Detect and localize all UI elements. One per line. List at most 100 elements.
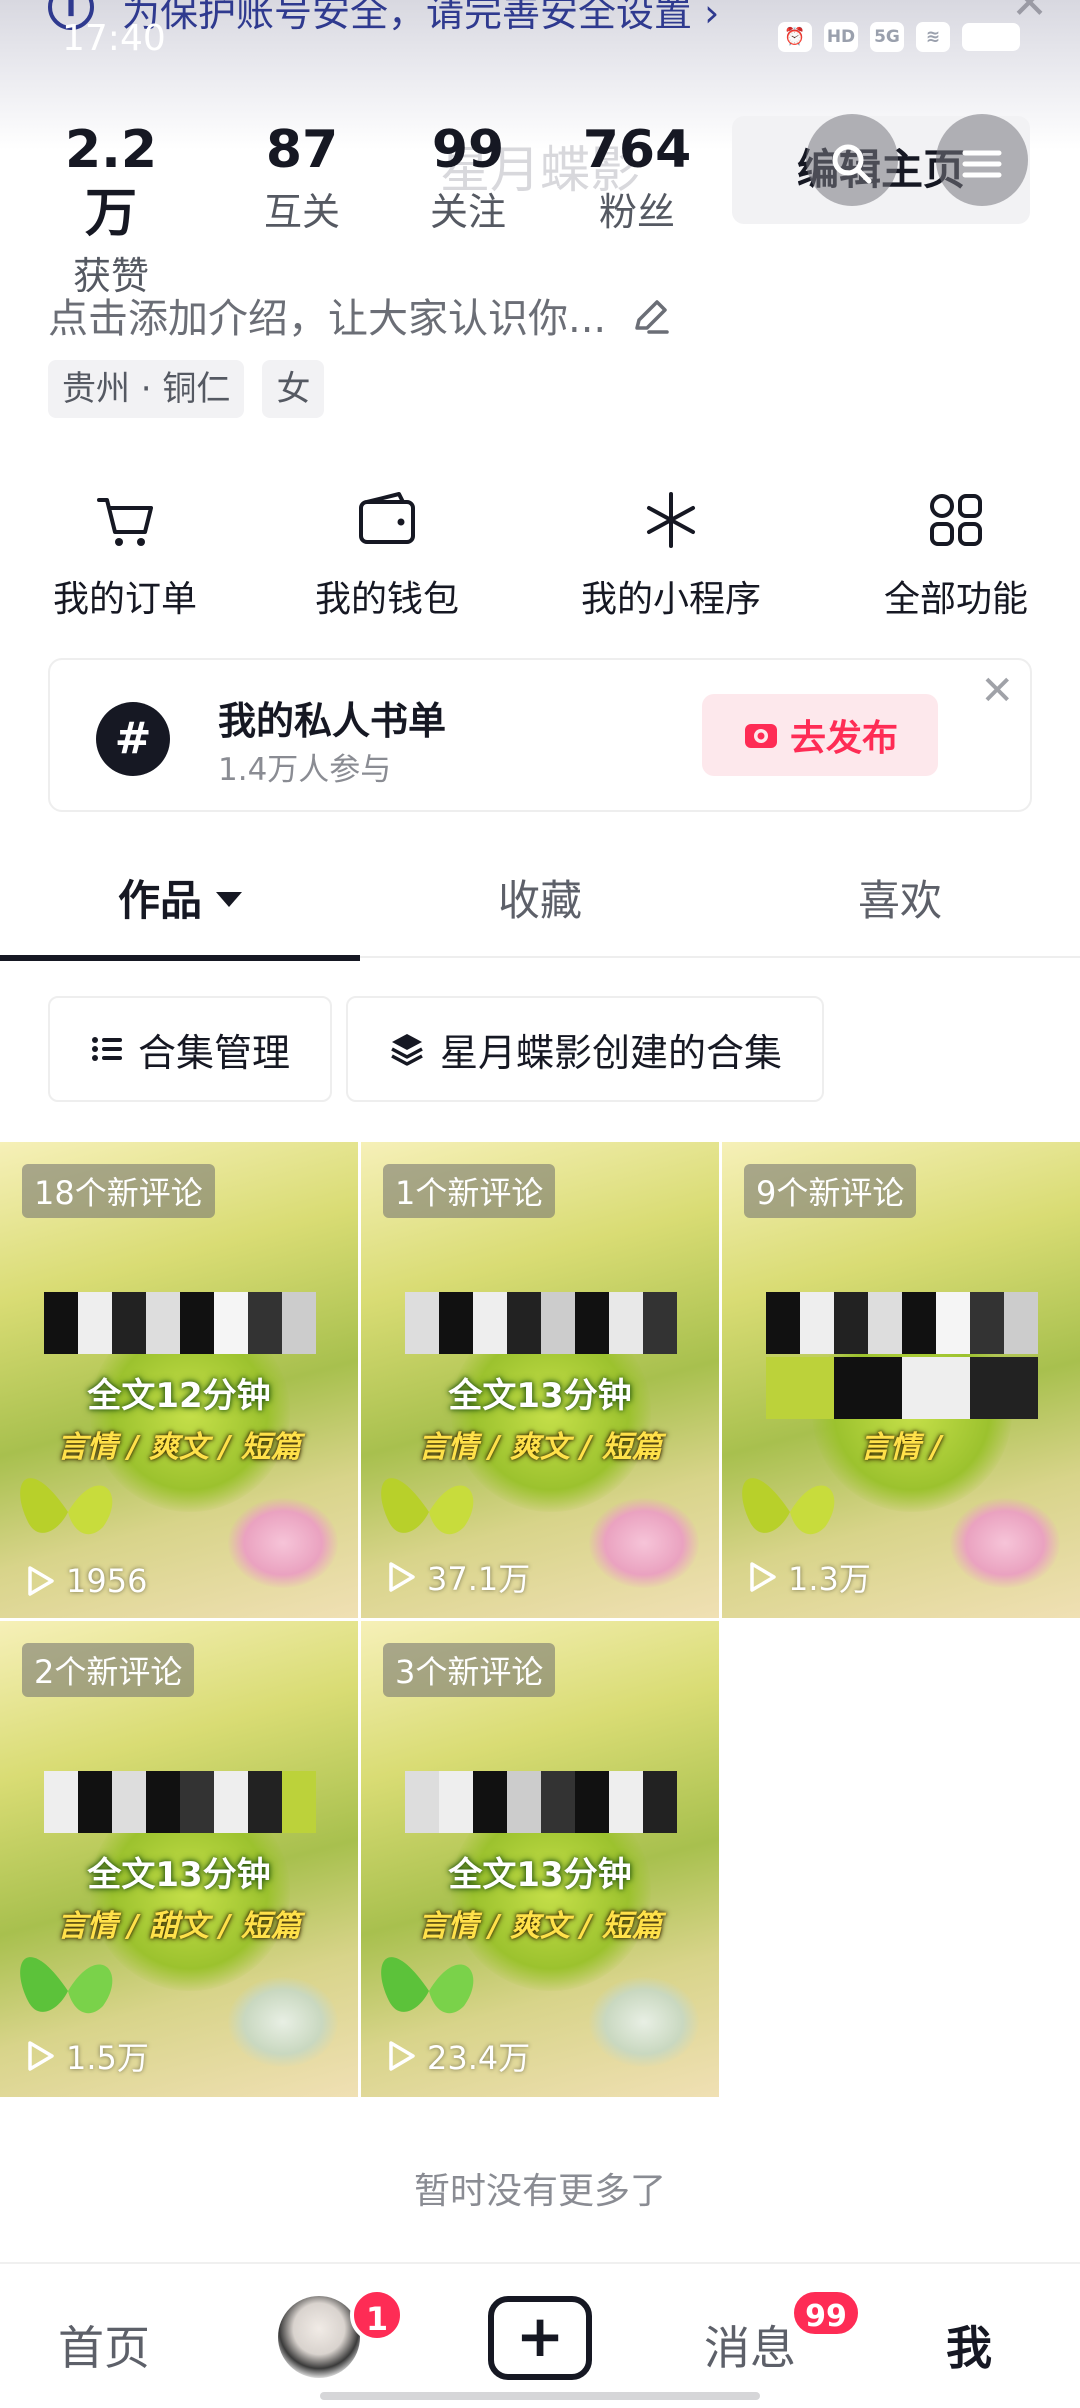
cart-icon xyxy=(40,480,210,560)
play-icon xyxy=(28,2041,54,2071)
edit-pencil-icon xyxy=(635,300,669,334)
collection-manage-button[interactable]: 合集管理 xyxy=(48,996,333,1102)
flower-image xyxy=(950,1498,1060,1588)
stat-value: 87 xyxy=(265,120,339,180)
booklist-promo-card[interactable]: # 我的私人书单 1.4万人参与 去发布 ✕ xyxy=(48,658,1032,812)
tab-label: 作品 xyxy=(117,876,202,925)
hashtag-icon: # xyxy=(96,702,170,776)
stat-label: 关注 xyxy=(429,190,506,234)
friend-badge: 1 xyxy=(350,2288,404,2342)
stat-following[interactable]: 99 关注 xyxy=(418,118,518,238)
shortcut-orders[interactable]: 我的订单 xyxy=(40,480,210,622)
stat-label: 粉丝 xyxy=(598,190,675,234)
play-icon xyxy=(389,1562,415,1592)
promo-subtitle: 1.4万人参与 xyxy=(218,752,392,788)
tab-likes[interactable]: 喜欢 xyxy=(720,848,1080,958)
bio-text: 点击添加介绍，让大家认识你... xyxy=(48,296,607,342)
video-card[interactable]: 3个新评论 全文13分钟 言情 / 爽文 / 短篇 23.4万 xyxy=(361,1621,719,2097)
list-icon xyxy=(92,1037,122,1061)
5g-icon: 5G xyxy=(870,22,904,52)
video-genres: 言情 / 爽文 / 短篇 xyxy=(418,1430,662,1465)
flower-image xyxy=(228,1498,338,1588)
stat-mutual[interactable]: 87 互关 xyxy=(252,118,352,238)
video-card[interactable]: 2个新评论 全文13分钟 言情 / 甜文 / 短篇 1.5万 xyxy=(0,1621,358,2097)
publish-label: 去发布 xyxy=(789,718,898,759)
stat-likes[interactable]: 2.2万 获赞 xyxy=(46,118,176,302)
promo-title: 我的私人书单 xyxy=(218,699,447,743)
censored-title xyxy=(44,1292,316,1354)
play-count: 37.1万 xyxy=(383,1554,530,1600)
home-indicator[interactable] xyxy=(320,2392,760,2400)
status-icons: ⏰ HD 5G ≋ xyxy=(778,22,1020,52)
video-title: 全文13分钟 xyxy=(448,1855,632,1895)
security-banner[interactable]: i 为保护账号安全，请完善安全设置 › ✕ 17:40 ⏰ HD 5G ≋ xyxy=(0,0,1080,70)
play-icon xyxy=(28,1566,54,1596)
new-comments-badge: 3个新评论 xyxy=(383,1643,556,1697)
video-card[interactable]: 9个新评论 言情 / 1.3万 xyxy=(722,1142,1080,1618)
friend-avatar[interactable] xyxy=(278,2296,360,2378)
publish-button[interactable]: 去发布 xyxy=(702,694,938,776)
stat-value: 2.2万 xyxy=(64,120,158,244)
status-time: 17:40 xyxy=(62,18,166,59)
censored-title xyxy=(405,1292,677,1354)
nav-me[interactable]: 我 xyxy=(946,2312,992,2378)
video-title: 全文13分钟 xyxy=(448,1376,632,1416)
tab-works[interactable]: 作品 xyxy=(0,848,360,961)
created-collections-button[interactable]: 星月蝶影创建的合集 xyxy=(346,996,825,1102)
censored-title xyxy=(44,1771,316,1833)
play-icon xyxy=(750,1562,776,1592)
shortcut-wallet[interactable]: 我的钱包 xyxy=(302,480,472,622)
shortcut-label: 全部功能 xyxy=(883,579,1028,620)
play-count-value: 1.5万 xyxy=(66,2039,149,2077)
play-count: 23.4万 xyxy=(383,2033,530,2079)
video-genres: 言情 / xyxy=(860,1430,942,1465)
mini-program-icon xyxy=(566,480,776,560)
play-count: 1956 xyxy=(22,1562,147,1600)
shortcut-label: 我的钱包 xyxy=(314,579,459,620)
layers-icon xyxy=(391,1034,423,1066)
hd-icon: HD xyxy=(824,22,858,52)
search-icon[interactable] xyxy=(806,114,898,206)
flower-image xyxy=(589,1498,699,1588)
shortcut-mini-programs[interactable]: 我的小程序 xyxy=(566,480,776,622)
play-count: 1.5万 xyxy=(22,2033,149,2079)
location-tag: 贵州 · 铜仁 xyxy=(48,360,245,418)
content-tabs: 作品 收藏 喜欢 xyxy=(0,848,1080,961)
messages-badge: 99 xyxy=(790,2288,862,2338)
video-card[interactable]: 1个新评论 全文13分钟 言情 / 爽文 / 短篇 37.1万 xyxy=(361,1142,719,1618)
play-count-value: 37.1万 xyxy=(427,1560,531,1598)
video-card[interactable]: 18个新评论 全文12分钟 言情 / 爽文 / 短篇 1956 xyxy=(0,1142,358,1618)
close-icon[interactable]: ✕ xyxy=(980,668,1014,714)
video-genres: 言情 / 甜文 / 短篇 xyxy=(57,1909,301,1944)
add-button[interactable]: + xyxy=(488,2296,592,2380)
no-more-text: 暂时没有更多了 xyxy=(413,2171,666,2212)
censored-title xyxy=(766,1292,1038,1422)
menu-icon[interactable] xyxy=(936,114,1028,206)
new-comments-badge: 1个新评论 xyxy=(383,1164,556,1218)
profile-tags: 贵州 · 铜仁 女 xyxy=(48,360,325,418)
ice-cube-image xyxy=(228,1977,338,2067)
censored-title xyxy=(405,1771,677,1833)
stat-value: 764 xyxy=(582,120,692,180)
new-comments-badge: 18个新评论 xyxy=(22,1164,215,1218)
alarm-icon: ⏰ xyxy=(778,22,812,52)
shortcut-label: 我的订单 xyxy=(52,579,197,620)
tab-favorites[interactable]: 收藏 xyxy=(360,848,720,958)
nav-home[interactable]: 首页 xyxy=(58,2312,150,2378)
bio-placeholder[interactable]: 点击添加介绍，让大家认识你... xyxy=(48,286,673,344)
nav-messages[interactable]: 消息 xyxy=(704,2312,796,2378)
play-count-value: 1.3万 xyxy=(788,1560,871,1598)
battery-icon xyxy=(962,23,1020,51)
video-title: 全文13分钟 xyxy=(87,1855,271,1895)
chip-label: 合集管理 xyxy=(138,1030,291,1075)
wifi-icon: ≋ xyxy=(916,22,950,52)
wallet-icon xyxy=(302,480,472,560)
bottom-nav: 首页 1 + 消息 99 我 xyxy=(0,2262,1080,2408)
shortcut-all-features[interactable]: 全部功能 xyxy=(866,480,1046,622)
play-icon xyxy=(389,2041,415,2071)
stat-followers[interactable]: 764 粉丝 xyxy=(582,118,692,238)
grid-icon xyxy=(866,480,1046,560)
play-count-value: 23.4万 xyxy=(427,2039,531,2077)
stat-value: 99 xyxy=(431,120,505,180)
ice-cube-image xyxy=(589,1977,699,2067)
